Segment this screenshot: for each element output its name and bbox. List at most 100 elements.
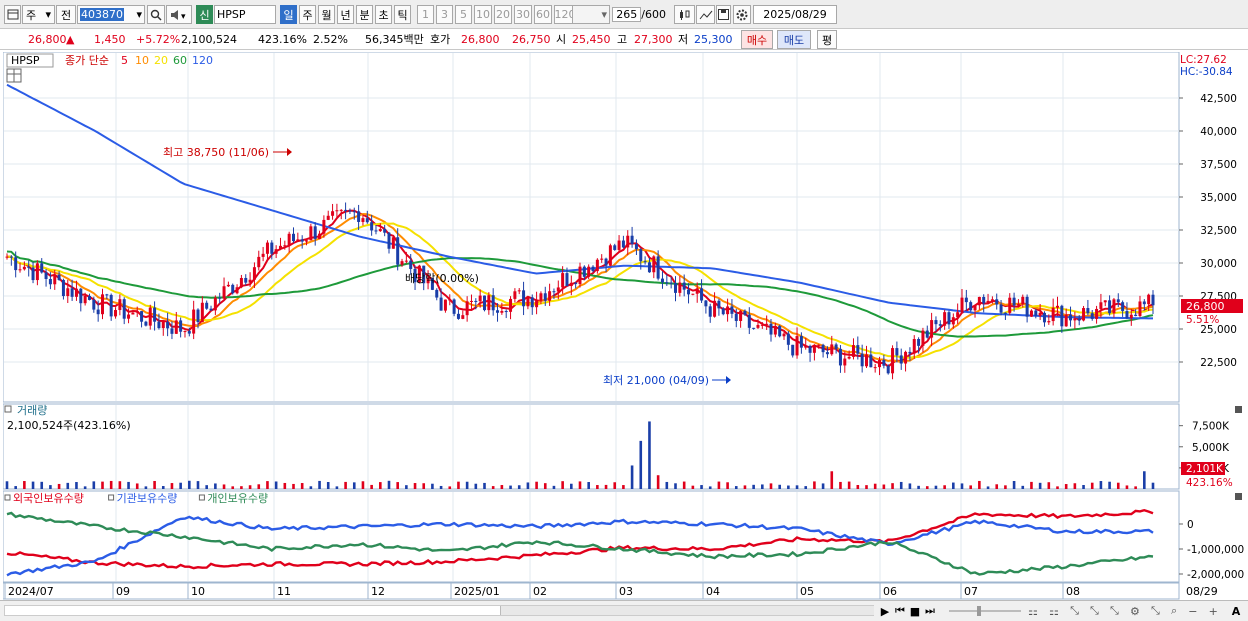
volume-bar (587, 482, 590, 489)
rewind-icon[interactable]: ⏮ (893, 603, 907, 619)
tool-icon[interactable]: ⚙ (1130, 605, 1140, 618)
volume-bar (847, 481, 851, 489)
volume-bar (370, 484, 373, 489)
date-input[interactable]: 2025/08/29 (753, 5, 837, 24)
tool-icon[interactable]: ⚏ (1049, 605, 1059, 618)
crosshair-icon[interactable] (696, 5, 715, 24)
sell-button[interactable]: 매도 (777, 30, 811, 49)
volume-bar (639, 440, 643, 489)
period-button[interactable]: 틱 (394, 5, 411, 24)
panel-menu-icon[interactable] (4, 405, 12, 413)
count-display[interactable]: 265/600 (612, 5, 668, 24)
volume-bar (561, 481, 564, 489)
volume-bar (14, 486, 17, 489)
open-label: 시 (556, 33, 567, 46)
prev-button[interactable]: 전 (56, 5, 76, 24)
tool-icon[interactable]: ⤡ (1090, 604, 1099, 618)
period-button[interactable]: 초 (375, 5, 392, 24)
date-label: 12 (371, 585, 385, 598)
low-price: 25,300 (694, 33, 733, 46)
tool-icon[interactable]: ⤡ (1070, 604, 1079, 618)
date-label: 2024/07 (8, 585, 54, 598)
volume-bar (665, 481, 669, 489)
code-input[interactable]: 403870 ▾ (77, 5, 145, 24)
interval-button[interactable]: 20 (494, 5, 512, 24)
zoom-icon[interactable]: ⌕ (1171, 604, 1177, 618)
interval-button[interactable]: 1 (417, 5, 434, 24)
volume-bar (1004, 485, 1007, 489)
search-icon[interactable] (147, 5, 165, 24)
volume-bar (734, 486, 738, 489)
stop-icon[interactable]: ■ (909, 603, 921, 619)
period-button[interactable]: 분 (356, 5, 373, 24)
open-price: 25,450 (572, 33, 611, 46)
last-price: 26,800 (28, 33, 67, 46)
volume-bar (31, 481, 35, 489)
interval-button[interactable]: 5 (455, 5, 472, 24)
interval-button[interactable]: 10 (474, 5, 492, 24)
price-change: 1,450 (94, 33, 126, 46)
plus-icon[interactable]: + (1209, 605, 1218, 618)
speaker-icon[interactable]: ▾ (166, 5, 192, 24)
volume-bar (995, 484, 999, 489)
volume-bar (361, 481, 365, 489)
gear-icon[interactable] (733, 5, 751, 24)
font-size-icon[interactable]: A (1228, 603, 1244, 619)
eval-button[interactable]: 평 (817, 30, 837, 49)
panel-close-icon[interactable] (1235, 406, 1242, 413)
volume-bar (153, 480, 156, 489)
interval-button[interactable]: 30 (514, 5, 532, 24)
date-label: 2025/01 (454, 585, 500, 598)
tool-icon[interactable]: ⤡ (1110, 604, 1119, 618)
scroll-thumb[interactable] (500, 606, 874, 615)
volume-tick-label: 7,500K (1192, 421, 1230, 433)
period-button[interactable]: 월 (318, 5, 335, 24)
volume-bar (630, 465, 634, 489)
period-button[interactable]: 년 (337, 5, 354, 24)
high-annotation: 최고 38,750 (11/06) (163, 146, 269, 159)
volume-bar (1030, 481, 1033, 489)
volume-bar (335, 486, 339, 489)
scroll-track[interactable] (4, 605, 874, 616)
play-right-icon[interactable]: ▶ (879, 603, 891, 619)
volume-bar (5, 481, 9, 489)
volume-bar (248, 485, 252, 489)
tool-icon[interactable]: ⚏ (1028, 605, 1038, 618)
candle-icon[interactable] (674, 5, 695, 24)
chart-navigation-bar: ▶ ⏮ ■ ⏭ ⚏ ⚏ ⤡ ⤡ ⤡ ⚙ ⤡ ⌕ − + A (0, 600, 1248, 621)
turnover-percent: 2.52% (313, 33, 348, 46)
buy-button[interactable]: 매수 (741, 30, 773, 49)
save-icon[interactable] (716, 5, 731, 24)
volume-bar (491, 486, 495, 489)
window-icon[interactable] (4, 5, 21, 24)
last-price-tag-value: 26,800 (1186, 300, 1225, 313)
panel-close-icon[interactable] (1235, 493, 1242, 500)
tool-icon[interactable]: ⤡ (1151, 604, 1160, 618)
market-select[interactable]: 주 ▾ (22, 5, 55, 24)
interval-button[interactable]: 60 (534, 5, 552, 24)
svg-text:▾: ▾ (181, 12, 186, 21)
holding-tick-label: -2,000,000 (1187, 569, 1244, 581)
stock-chart[interactable]: HPSP 종가 단순 5 10 20 60 120 LC:27.62 HC:-30.84… (3, 52, 1245, 600)
volume-bar (352, 482, 356, 489)
volume-bar (596, 485, 599, 489)
minus-icon[interactable]: − (1188, 605, 1197, 618)
quote-bar: 26,800 ▲ 1,450 +5.72% 2,100,524 423.16% … (0, 29, 1248, 50)
forward-icon[interactable]: ⏭ (923, 603, 937, 619)
volume-bar (300, 483, 304, 489)
date-label: 09 (116, 585, 130, 598)
volume-bar (1134, 486, 1137, 489)
volume-bar (613, 482, 617, 489)
period-button[interactable]: 일 (280, 5, 297, 24)
volume-bar (161, 486, 165, 489)
stock-name[interactable]: HPSP (214, 5, 276, 24)
holding-axis: 0 -1,000,000 -2,000,000 (1179, 519, 1244, 581)
interval-input[interactable]: ▾ (572, 5, 610, 24)
period-button[interactable]: 주 (299, 5, 316, 24)
volume-bar (778, 484, 781, 489)
drawing-tools[interactable]: ⚏ ⚏ ⤡ ⤡ ⤡ ⚙ ⤡ ⌕ − + (1028, 603, 1218, 619)
speed-slider[interactable] (945, 603, 1025, 619)
interval-button[interactable]: 3 (436, 5, 453, 24)
date-label: 05 (800, 585, 814, 598)
dividend-annotation: 배당락(0.00%) (405, 272, 479, 285)
